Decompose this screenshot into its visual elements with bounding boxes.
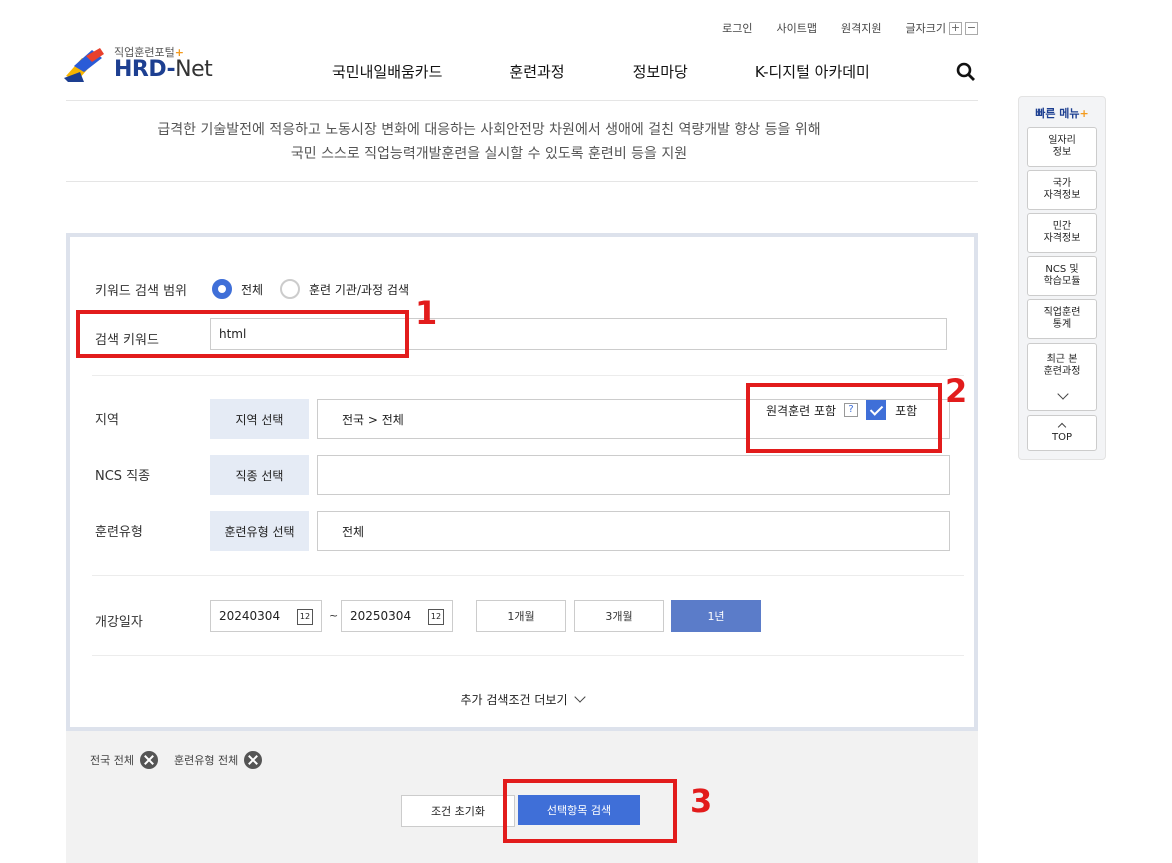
date-from-value: 20240304 <box>219 609 281 623</box>
intro-text: 급격한 기술발전에 적응하고 노동시장 변화에 대응하는 사회안전망 차원에서 … <box>66 118 912 166</box>
quick-item-stats[interactable]: 직업훈련 통계 <box>1027 299 1097 339</box>
quick-item-jobs[interactable]: 일자리 정보 <box>1027 127 1097 167</box>
font-size-plus-button[interactable]: + <box>949 21 962 35</box>
more-conditions-toggle[interactable]: 추가 검색조건 더보기 <box>70 691 974 708</box>
scope-radio-all[interactable]: 전체 <box>212 279 263 299</box>
ncs-select-button[interactable]: 직종 선택 <box>210 455 309 495</box>
annotation-box-1 <box>76 310 409 358</box>
scope-radio-institution[interactable]: 훈련 기관/과정 검색 <box>280 279 409 299</box>
training-type-value-field: 전체 <box>317 511 950 551</box>
annotation-box-2 <box>746 383 942 453</box>
more-conditions-label: 추가 검색조건 더보기 <box>460 693 568 707</box>
font-size-minus-button[interactable]: − <box>965 21 978 35</box>
training-type-label: 훈련유형 <box>95 525 143 540</box>
calendar-icon[interactable]: 12 <box>297 609 313 625</box>
date-to-input[interactable]: 20250304 12 <box>341 600 453 632</box>
nav-item-courses[interactable]: 훈련과정 <box>509 61 564 82</box>
region-select-button[interactable]: 지역 선택 <box>210 399 309 439</box>
period-1year-button[interactable]: 1년 <box>671 600 761 632</box>
ncs-value-field <box>317 455 950 495</box>
quick-top-label: TOP <box>1051 432 1072 443</box>
quick-item-recent-label: 최근 본 훈련과정 <box>1043 354 1081 377</box>
quick-item-national-cert[interactable]: 국가 자격정보 <box>1027 170 1097 210</box>
intro-line-2: 국민 스스로 직업능력개발훈련을 실시할 수 있도록 훈련비 등을 지원 <box>290 146 688 162</box>
divider <box>92 575 964 576</box>
calendar-icon[interactable]: 12 <box>428 609 444 625</box>
start-date-label: 개강일자 <box>95 615 143 630</box>
radio-off-icon <box>280 279 300 299</box>
nav-item-k-digital[interactable]: K-디지털 아카데미 <box>755 61 870 82</box>
quick-menu-plus: + <box>1079 107 1089 120</box>
font-size-control: 글자크기 + − <box>906 20 978 36</box>
quick-item-private-cert[interactable]: 민간 자격정보 <box>1027 213 1097 253</box>
intro-line-1: 급격한 기술발전에 적응하고 노동시장 변화에 대응하는 사회안전망 차원에서 … <box>157 122 821 138</box>
remove-tag-icon[interactable] <box>139 751 158 769</box>
annotation-number-2: 2 <box>945 372 968 410</box>
quick-menu-title: 빠른 메뉴 <box>1035 107 1080 120</box>
date-to-value: 20250304 <box>350 609 412 623</box>
period-3month-button[interactable]: 3개월 <box>574 600 664 632</box>
scope-label: 키워드 검색 범위 <box>95 284 187 299</box>
quick-top-button[interactable]: TOP <box>1027 415 1097 451</box>
login-link[interactable]: 로그인 <box>722 20 752 36</box>
period-1month-button[interactable]: 1개월 <box>476 600 566 632</box>
search-panel: 키워드 검색 범위 전체 훈련 기관/과정 검색 검색 키워드 html 지역 … <box>66 233 978 731</box>
main-nav: 국민내일배움카드 훈련과정 정보마당 K-디지털 아카데미 <box>332 61 937 82</box>
reset-conditions-button[interactable]: 조건 초기화 <box>401 795 515 827</box>
search-icon[interactable] <box>956 62 976 82</box>
filter-tag-region: 전국 전체 <box>90 751 158 769</box>
nav-item-info[interactable]: 정보마당 <box>633 61 688 82</box>
annotation-box-3 <box>503 779 677 843</box>
utility-nav: 로그인 사이트맵 원격지원 글자크기 + − <box>722 20 978 36</box>
font-size-label: 글자크기 <box>905 22 946 35</box>
quick-item-ncs[interactable]: NCS 및 학습모듈 <box>1027 256 1097 296</box>
chevron-down-icon <box>573 691 586 703</box>
logo-net: Net <box>175 57 213 82</box>
filter-tag-type: 훈련유형 전체 <box>174 751 263 769</box>
remove-tag-icon[interactable] <box>244 751 263 769</box>
scope-all-label: 전체 <box>241 282 264 297</box>
ncs-label: NCS 직종 <box>95 469 151 484</box>
date-range-tilde: ~ <box>329 609 339 622</box>
radio-on-icon <box>212 279 232 299</box>
header-divider <box>66 100 978 101</box>
quick-item-recent-courses[interactable]: 최근 본 훈련과정 <box>1027 343 1097 411</box>
quick-menu: 빠른 메뉴+ 일자리 정보 국가 자격정보 민간 자격정보 NCS 및 학습모듈… <box>1018 96 1106 460</box>
annotation-number-1: 1 <box>415 294 438 332</box>
logo-mark-icon <box>64 48 104 82</box>
divider <box>92 655 964 656</box>
chevron-down-icon[interactable] <box>1057 388 1069 400</box>
nav-item-learning-card[interactable]: 국민내일배움카드 <box>332 61 442 82</box>
annotation-number-3: 3 <box>690 782 713 820</box>
logo-hrd: HRD- <box>114 57 176 82</box>
filter-tag-region-label: 전국 전체 <box>90 754 134 767</box>
remote-support-link[interactable]: 원격지원 <box>841 20 881 36</box>
filter-tag-type-label: 훈련유형 전체 <box>174 754 239 767</box>
date-from-input[interactable]: 20240304 12 <box>210 600 322 632</box>
scope-inst-label: 훈련 기관/과정 검색 <box>309 282 409 297</box>
training-type-select-button[interactable]: 훈련유형 선택 <box>210 511 309 551</box>
sitemap-link[interactable]: 사이트맵 <box>777 20 817 36</box>
chevron-up-icon <box>1057 422 1067 432</box>
site-logo[interactable]: 직업훈련포털+ HRD-Net <box>64 44 224 84</box>
intro-divider <box>66 181 978 182</box>
divider <box>92 375 964 376</box>
region-label: 지역 <box>95 413 119 428</box>
